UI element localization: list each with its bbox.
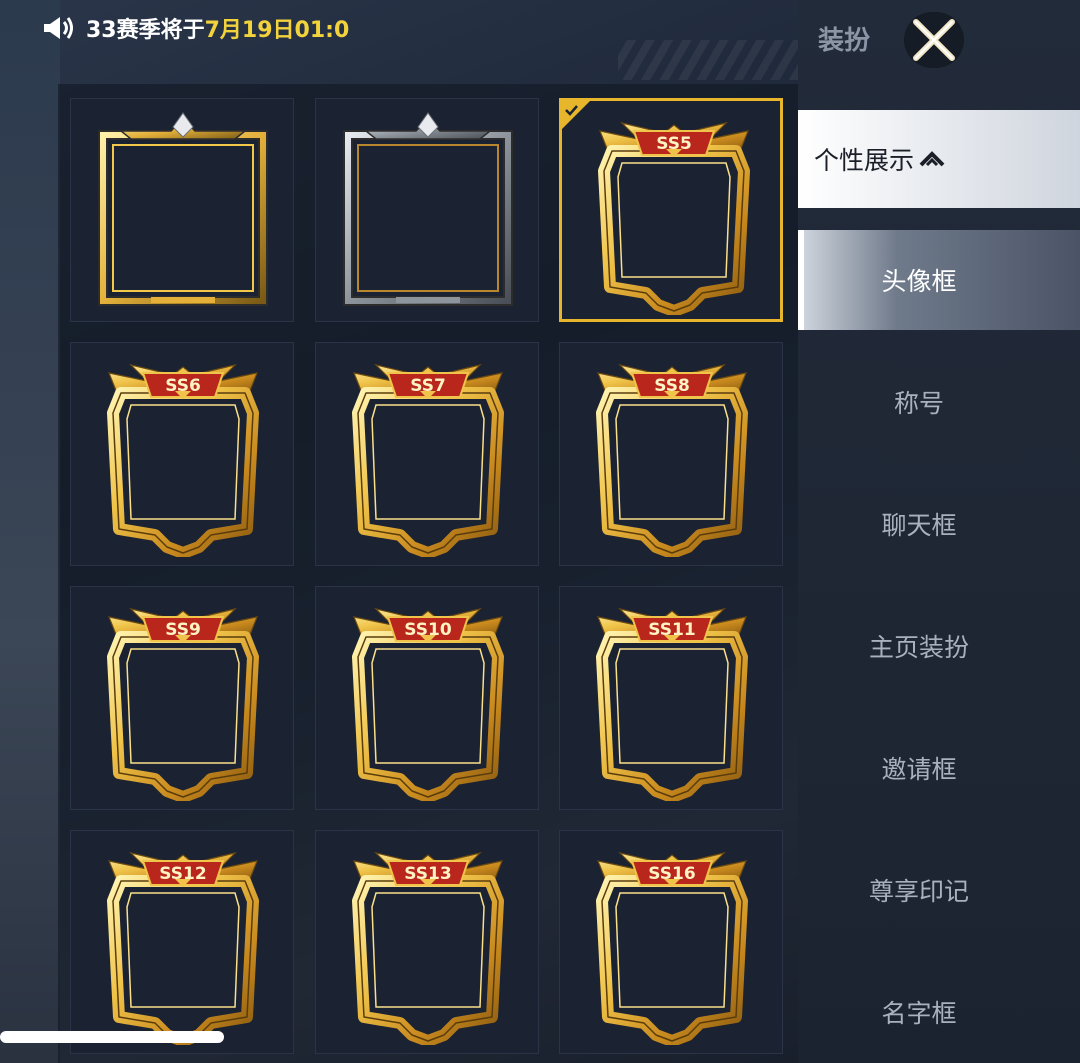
avatar-frame-ss16: SS16 bbox=[596, 851, 748, 1045]
avatar-frame-cell[interactable]: SS7 bbox=[315, 342, 539, 566]
avatar-frame-ss8: SS8 bbox=[596, 363, 748, 557]
avatar-frame-grid: SS5 SS6 SS7 SS8 SS9 SS10 SS11 SS12 SS13 … bbox=[58, 84, 798, 1063]
avatar-frame-cell[interactable]: SS11 bbox=[559, 586, 783, 810]
decorative-stripes bbox=[618, 40, 798, 80]
sidebar-item-label: 尊享印记 bbox=[868, 877, 969, 906]
frame-label: SS9 bbox=[165, 620, 201, 640]
sidebar-item-label: 邀请框 bbox=[881, 755, 957, 784]
avatar-frame-ss10: SS10 bbox=[352, 607, 504, 801]
sidebar-item-avatar-frame[interactable]: 头像框 bbox=[798, 230, 1080, 330]
avatar-frame-cell[interactable]: SS10 bbox=[315, 586, 539, 810]
sidebar-item-exclusive-mark[interactable]: 尊享印记 bbox=[798, 840, 1080, 940]
frame-label: SS16 bbox=[648, 864, 695, 884]
season-notice: 33赛季将于7月19日01:0 bbox=[42, 10, 349, 46]
avatar-frame-ss12: SS12 bbox=[107, 851, 259, 1045]
sidebar-item-label: 名字框 bbox=[881, 999, 957, 1028]
avatar-frame-silver-plain bbox=[343, 112, 513, 306]
horizontal-scrollbar[interactable] bbox=[0, 1031, 224, 1043]
avatar-frame-cell[interactable]: SS9 bbox=[70, 586, 294, 810]
sidebar-item-invite-frame[interactable]: 邀请框 bbox=[798, 718, 1080, 818]
sidebar-item-label: 主页装扮 bbox=[868, 633, 969, 662]
frame-label: SS10 bbox=[404, 620, 452, 640]
notice-text: 33赛季将于 bbox=[86, 18, 205, 43]
avatar-frame-cell[interactable]: SS12 bbox=[70, 830, 294, 1054]
avatar-frame-cell[interactable]: SS5 bbox=[559, 98, 783, 322]
avatar-frame-cell[interactable]: SS8 bbox=[559, 342, 783, 566]
frame-label: SS6 bbox=[165, 376, 201, 396]
selected-check-icon bbox=[562, 101, 590, 129]
frame-label: SS8 bbox=[654, 376, 690, 396]
sidebar-item-label: 聊天框 bbox=[881, 511, 957, 540]
speaker-icon bbox=[44, 17, 73, 39]
avatar-frame-ss5: SS5 bbox=[598, 121, 750, 315]
notice-date: 7月19日01:0 bbox=[204, 18, 350, 43]
frame-label: SS11 bbox=[648, 620, 695, 640]
frame-label: SS5 bbox=[656, 134, 692, 154]
category-header[interactable]: 个性展示 bbox=[798, 110, 1080, 208]
sidebar-item-label: 头像框 bbox=[881, 267, 957, 296]
background-left-strip bbox=[0, 0, 60, 1063]
avatar-frame-ss11: SS11 bbox=[596, 607, 748, 801]
sidebar: 装扮 个性展示 头像框 称号 聊天框 主页装扮 邀请框 尊享印记 名字框 bbox=[798, 0, 1080, 1063]
avatar-frame-gold-plain bbox=[98, 112, 268, 306]
avatar-frame-cell[interactable]: SS13 bbox=[315, 830, 539, 1054]
avatar-frame-cell[interactable] bbox=[315, 98, 539, 322]
sidebar-item-title[interactable]: 称号 bbox=[798, 352, 1080, 452]
close-button[interactable] bbox=[904, 12, 964, 68]
sidebar-title: 装扮 bbox=[818, 26, 871, 56]
avatar-frame-ss7: SS7 bbox=[352, 363, 504, 557]
sidebar-item-chat-frame[interactable]: 聊天框 bbox=[798, 474, 1080, 574]
avatar-frame-cell[interactable] bbox=[70, 98, 294, 322]
avatar-frame-cell[interactable]: SS16 bbox=[559, 830, 783, 1054]
sidebar-item-label: 称号 bbox=[893, 389, 944, 418]
sidebar-item-name-frame[interactable]: 名字框 bbox=[798, 962, 1080, 1062]
frame-label: SS7 bbox=[410, 376, 446, 396]
avatar-frame-ss9: SS9 bbox=[107, 607, 259, 801]
frame-label: SS13 bbox=[404, 864, 451, 884]
chevron-up-icon bbox=[919, 151, 945, 167]
avatar-frame-ss6: SS6 bbox=[107, 363, 259, 557]
close-icon bbox=[913, 19, 955, 61]
category-label: 个性展示 bbox=[814, 146, 915, 175]
avatar-frame-cell[interactable]: SS6 bbox=[70, 342, 294, 566]
avatar-frame-ss13: SS13 bbox=[352, 851, 504, 1045]
sidebar-item-homepage-decor[interactable]: 主页装扮 bbox=[798, 596, 1080, 696]
frame-label: SS12 bbox=[159, 864, 206, 884]
